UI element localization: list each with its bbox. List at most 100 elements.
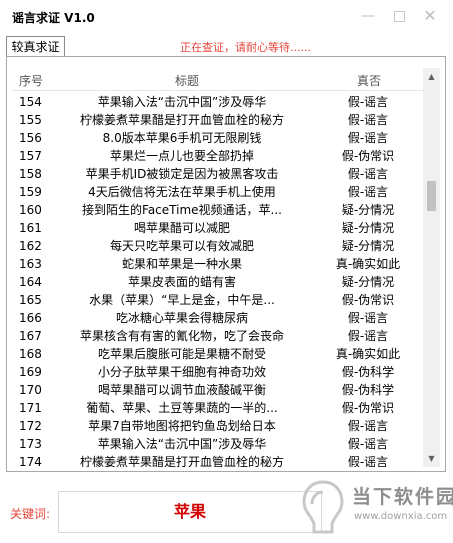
watermark-url: www.downxia.com <box>354 511 448 522</box>
row-number: 162 <box>19 239 42 253</box>
row-verdict: 疑-分情况 <box>341 203 395 217</box>
row-title: 吃苹果后腹胀可能是果糖不耐受 <box>97 347 266 361</box>
row-number: 170 <box>19 383 42 397</box>
row-number: 173 <box>19 437 42 451</box>
keyword-label: 关键词: <box>10 507 51 521</box>
title-bar: 谣言求证 V1.0 — ✕ <box>0 0 453 32</box>
row-title: 柠檬姜煮苹果醋是打开血管血栓的秘方 <box>79 455 284 467</box>
table-row[interactable]: 168 吃苹果后腹胀可能是果糖不耐受 真-确实如此 <box>12 345 423 363</box>
row-number: 164 <box>19 275 42 289</box>
row-title: 喝苹果醋可以调节血液酸碱平衡 <box>97 383 266 397</box>
status-text: 正在查证，请耐心等待...... <box>180 41 311 54</box>
row-title: 苹果核含有有害的氰化物，吃了会丧命 <box>79 329 284 343</box>
row-title: 苹果手机ID被锁定是因为被黑客攻击 <box>85 167 279 181</box>
row-title: 苹果7自带地图将把钓鱼岛划给日本 <box>88 419 276 433</box>
table-row[interactable]: 161 喝苹果醋可以减肥 疑-分情况 <box>12 219 423 237</box>
row-title: 每天只吃苹果可以有效减肥 <box>109 239 254 253</box>
row-number: 157 <box>19 149 42 163</box>
row-verdict: 假-谣言 <box>347 131 389 145</box>
table-row[interactable]: 160 接到陌生的FaceTime视频通话，苹... 疑-分情况 <box>12 201 423 219</box>
vertical-scrollbar[interactable]: ▲ ▼ <box>423 68 440 467</box>
row-verdict: 假-伪常识 <box>341 401 395 415</box>
row-number: 154 <box>19 95 42 109</box>
table-row[interactable]: 174 柠檬姜煮苹果醋是打开血管血栓的秘方 假-谣言 <box>12 453 423 467</box>
table-row[interactable]: 169 小分子肽苹果干细胞有神奇功效 假-伪科学 <box>12 363 423 381</box>
row-title: 喝苹果醋可以减肥 <box>133 221 230 235</box>
row-title: 苹果输入法“击沉中国”涉及辱华 <box>97 95 267 109</box>
row-number: 174 <box>19 455 42 467</box>
row-number: 167 <box>19 329 42 343</box>
app-window: 谣言求证 V1.0 — ✕ 较真求证 正在查证，请耐心等待...... 序号 标… <box>0 0 453 543</box>
row-number: 156 <box>19 131 42 145</box>
table-row[interactable]: 162 每天只吃苹果可以有效减肥 疑-分情况 <box>12 237 423 255</box>
table-row[interactable]: 165 水果（苹果）“早上是金，中午是... 假-伪常识 <box>12 291 423 309</box>
keyword-input[interactable]: 苹果 <box>58 491 322 533</box>
row-verdict: 假-伪常识 <box>341 149 395 163</box>
row-title: 8.0版本苹果6手机可无限刷钱 <box>102 131 262 145</box>
table-row[interactable]: 154 苹果输入法“击沉中国”涉及辱华 假-谣言 <box>12 93 423 111</box>
row-verdict: 假-谣言 <box>347 185 389 199</box>
row-number: 169 <box>19 365 42 379</box>
row-verdict: 疑-分情况 <box>341 221 395 235</box>
table-row[interactable]: 159 4天后微信将无法在苹果手机上使用 假-谣言 <box>12 183 423 201</box>
row-verdict: 疑-分情况 <box>341 275 395 289</box>
results-list[interactable]: 序号 标题 真否 154 苹果输入法“击沉中国”涉及辱华 假-谣言 155 柠檬姜煮苹果… <box>12 68 423 467</box>
column-header-number[interactable]: 序号 <box>19 72 43 89</box>
column-header-title[interactable]: 标题 <box>175 72 199 89</box>
scroll-thumb[interactable] <box>427 181 436 211</box>
table-row[interactable]: 167 苹果核含有有害的氰化物，吃了会丧命 假-谣言 <box>12 327 423 345</box>
row-verdict: 假-谣言 <box>347 329 389 343</box>
row-title: 蛇果和苹果是一种水果 <box>121 257 242 271</box>
row-number: 163 <box>19 257 42 271</box>
row-number: 161 <box>19 221 42 235</box>
scroll-down-icon[interactable]: ▼ <box>423 450 440 467</box>
row-verdict: 假-谣言 <box>347 113 389 127</box>
table-row[interactable]: 171 葡萄、苹果、土豆等果蔬的一半的... 假-伪常识 <box>12 399 423 417</box>
row-verdict: 假-伪科学 <box>341 365 395 379</box>
row-verdict: 真-确实如此 <box>335 347 401 361</box>
row-title: 4天后微信将无法在苹果手机上使用 <box>88 185 276 199</box>
row-verdict: 假-伪科学 <box>341 383 395 397</box>
table-row[interactable]: 158 苹果手机ID被锁定是因为被黑客攻击 假-谣言 <box>12 165 423 183</box>
row-title: 苹果烂一点儿也要全部扔掉 <box>109 149 254 163</box>
table-row[interactable]: 173 苹果输入法“击沉中国”涉及辱华 假-谣言 <box>12 435 423 453</box>
column-header-verdict[interactable]: 真否 <box>357 72 381 89</box>
table-row[interactable]: 163 蛇果和苹果是一种水果 真-确实如此 <box>12 255 423 273</box>
row-title: 苹果输入法“击沉中国”涉及辱华 <box>97 437 267 451</box>
list-rows: 154 苹果输入法“击沉中国”涉及辱华 假-谣言 155 柠檬姜煮苹果醋是打开血管血栓的… <box>12 93 423 467</box>
list-header: 序号 标题 真否 <box>12 68 423 91</box>
row-title: 葡萄、苹果、土豆等果蔬的一半的... <box>86 401 278 415</box>
row-verdict: 假-谣言 <box>347 95 389 109</box>
row-verdict: 假-谣言 <box>347 437 389 451</box>
row-number: 168 <box>19 347 42 361</box>
row-verdict: 真-确实如此 <box>335 257 401 271</box>
row-number: 165 <box>19 293 42 307</box>
scroll-up-icon[interactable]: ▲ <box>423 68 440 85</box>
row-title: 吃冰糖心苹果会得糖尿病 <box>115 311 248 325</box>
table-row[interactable]: 157 苹果烂一点儿也要全部扔掉 假-伪常识 <box>12 147 423 165</box>
maximize-icon[interactable] <box>389 6 409 26</box>
table-row[interactable]: 166 吃冰糖心苹果会得糖尿病 假-谣言 <box>12 309 423 327</box>
row-number: 160 <box>19 203 42 217</box>
row-title: 小分子肽苹果干细胞有神奇功效 <box>97 365 266 379</box>
tab-verify[interactable]: 较真求证 <box>6 36 65 57</box>
row-number: 158 <box>19 167 42 181</box>
table-row[interactable]: 156 8.0版本苹果6手机可无限刷钱 假-谣言 <box>12 129 423 147</box>
row-title: 水果（苹果）“早上是金，中午是... <box>89 293 275 307</box>
row-number: 159 <box>19 185 42 199</box>
table-row[interactable]: 155 柠檬姜煮苹果醋是打开血管血栓的秘方 假-谣言 <box>12 111 423 129</box>
table-row[interactable]: 170 喝苹果醋可以调节血液酸碱平衡 假-伪科学 <box>12 381 423 399</box>
row-number: 171 <box>19 401 42 415</box>
row-verdict: 假-伪常识 <box>341 293 395 307</box>
row-verdict: 假-谣言 <box>347 419 389 433</box>
table-row[interactable]: 172 苹果7自带地图将把钓鱼岛划给日本 假-谣言 <box>12 417 423 435</box>
window-title: 谣言求证 V1.0 <box>12 11 95 25</box>
minimize-icon[interactable]: — <box>358 6 378 26</box>
row-verdict: 假-谣言 <box>347 311 389 325</box>
watermark-text: 当下软件园 <box>352 486 453 508</box>
table-row[interactable]: 164 苹果皮表面的蜡有害 疑-分情况 <box>12 273 423 291</box>
row-number: 172 <box>19 419 42 433</box>
row-title: 苹果皮表面的蜡有害 <box>127 275 236 289</box>
close-icon[interactable]: ✕ <box>420 6 440 26</box>
row-verdict: 假-谣言 <box>347 455 389 467</box>
